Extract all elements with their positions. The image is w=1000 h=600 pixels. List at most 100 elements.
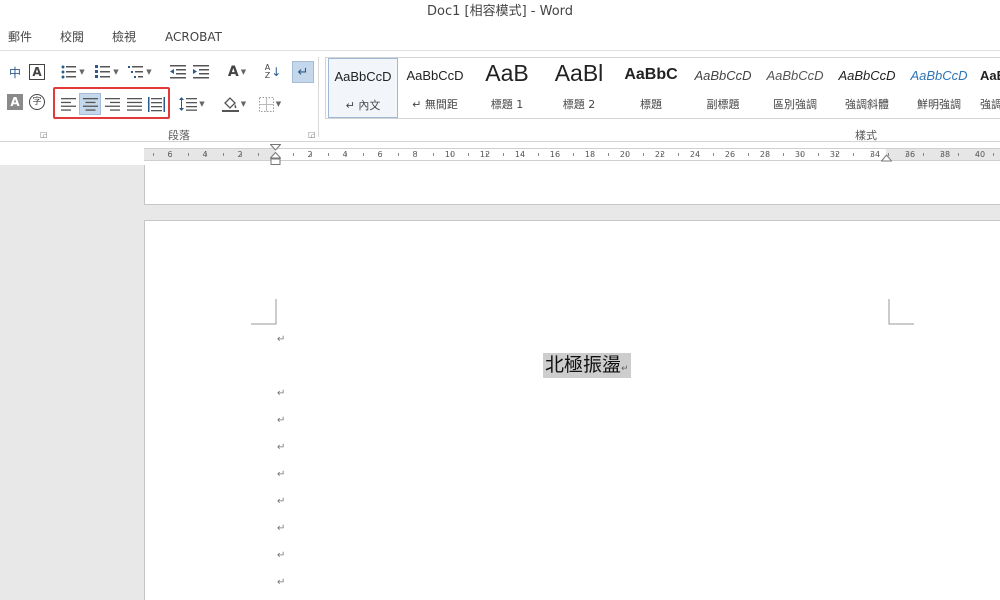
ruler-tick [853,153,854,156]
increase-indent-icon [193,65,209,79]
ruler-tick [520,153,522,156]
paragraph-mark: ↵ [277,334,286,345]
character-border-button[interactable]: A [27,61,47,83]
ruler-tick [310,153,312,156]
style-heading-1[interactable]: AaB 標題 1 [472,58,542,118]
style-name: 標題 [640,98,662,111]
ruler-tick [153,153,154,156]
ruler-tick [363,153,364,156]
ruler-tick [818,153,819,156]
style-intense-emphasis[interactable]: AaBbCcD 鮮明強調 [904,58,974,118]
decrease-indent-icon [170,65,186,79]
ruler-tick [485,153,487,156]
style-sample: AaBbCcD [334,69,392,84]
ruler-tick [765,153,767,156]
style-name: 標題 1 [490,98,524,111]
paragraph-mark: ↵ [277,577,286,588]
style-strong[interactable]: AaB 強調 [976,58,1000,118]
ruler-tick [468,153,469,156]
multilevel-list-button[interactable]: ▼ [125,61,155,83]
style-title[interactable]: AaBbC 標題 [616,58,686,118]
enclose-characters-button[interactable]: 字 [27,91,47,113]
ruler-tick [328,153,329,156]
bullets-icon [61,65,77,79]
ruler-tick [555,153,557,156]
character-shading-button[interactable]: A [5,91,25,113]
first-line-indent-marker[interactable] [270,144,281,166]
document-page[interactable]: ↵ 北極振盪↵ ↵ ↵ ↵ ↵ ↵ ↵ ↵ ↵ [144,220,1000,600]
alignment-highlight-box [53,87,170,119]
style-sample: AaBbCcD [838,68,896,83]
style-normal[interactable]: AaBbCcD ↵ 內文 [328,58,398,118]
shading-icon [221,96,239,112]
style-subtle-emphasis[interactable]: AaBbCcD 區別強調 [760,58,830,118]
ruler-tick [380,153,382,156]
tab-review[interactable]: 校閱 [60,26,84,48]
ribbon-divider [318,57,319,137]
ruler-tick [975,153,977,156]
tab-mailings[interactable]: 郵件 [8,26,32,48]
title-text: 北極振盪 [545,354,622,376]
ruler-tick [170,153,172,156]
style-name: 強調斜體 [845,98,889,111]
ruler-tick [800,153,802,156]
ruler-tick [958,153,959,156]
ribbon: 中 A ▼ ▼ ▼ A ▼ A Z ↓ ↵ A 字 ▼ ▼ ▼ ◲ 段落 ◲ 樣… [0,50,1000,142]
line-spacing-icon [179,97,198,111]
ruler-tick [503,153,504,156]
style-sample: AaBbCcD [406,68,464,83]
bullets-button[interactable]: ▼ [58,61,88,83]
ruler-tick [678,153,679,156]
styles-group-label: 樣式 [855,129,877,142]
paragraph-mark: ↵ [277,442,286,453]
show-hide-marks-icon: ↵ [297,64,309,80]
ruler-tick [433,153,434,156]
arrow-down-icon: ↓ [271,65,282,79]
ruler-tick [835,153,837,156]
paragraph-group-label: 段落 [168,129,190,142]
character-shading-icon: A [7,94,23,110]
shading-button[interactable]: ▼ [218,93,250,115]
ruler-tick [205,153,207,156]
paragraph-dialog-launcher-icon[interactable]: ◲ [308,130,316,139]
chevron-down-icon: ▼ [275,100,282,108]
show-hide-marks-button[interactable]: ↵ [292,61,314,83]
tab-acrobat[interactable]: ACROBAT [165,26,222,48]
document-title-text[interactable]: 北極振盪↵ [543,353,631,378]
style-sample: AaBl [554,60,604,86]
font-dialog-launcher-icon[interactable]: ◲ [40,130,48,139]
line-spacing-button[interactable]: ▼ [176,93,208,115]
style-sample: AaB [980,68,1000,83]
tab-view[interactable]: 檢視 [112,26,136,48]
style-subtitle[interactable]: AaBbCcD 副標題 [688,58,758,118]
ruler-tick [905,153,907,156]
asian-layout-button[interactable]: A ▼ [222,61,252,83]
paragraph-mark: ↵ [277,523,286,534]
chevron-down-icon: ▼ [240,68,247,76]
style-no-spacing[interactable]: AaBbCcD ↵ 無間距 [400,58,470,118]
style-sample: AaB [485,60,529,86]
ruler-tick [695,153,697,156]
chevron-down-icon: ▼ [79,68,85,76]
numbering-icon [95,65,111,78]
ruler-tick [730,153,732,156]
paragraph-mark: ↵ [277,415,286,426]
ruler-tick [450,153,452,156]
sort-button[interactable]: A Z ↓ [262,61,284,83]
ruler-tick [573,153,574,156]
style-name: 副標題 [706,98,740,111]
style-sample: AaBbCcD [766,68,824,83]
decrease-indent-button[interactable] [167,61,189,83]
style-emphasis[interactable]: AaBbCcD 強調斜體 [832,58,902,118]
phonetic-guide-button[interactable]: 中 [5,61,25,83]
margin-corner-mark-right [888,299,914,325]
increase-indent-button[interactable] [190,61,212,83]
style-name: ↵ 內文 [345,99,381,112]
right-indent-marker[interactable] [881,152,892,162]
styles-gallery: AaBbCcD ↵ 內文 AaBbCcD ↵ 無間距 AaB 標題 1 AaBl… [325,57,1000,119]
style-heading-2[interactable]: AaBl 標題 2 [544,58,614,118]
borders-button[interactable]: ▼ [254,93,286,115]
numbering-button[interactable]: ▼ [92,61,122,83]
ruler-tick [345,153,347,156]
character-border-icon: A [29,64,45,80]
